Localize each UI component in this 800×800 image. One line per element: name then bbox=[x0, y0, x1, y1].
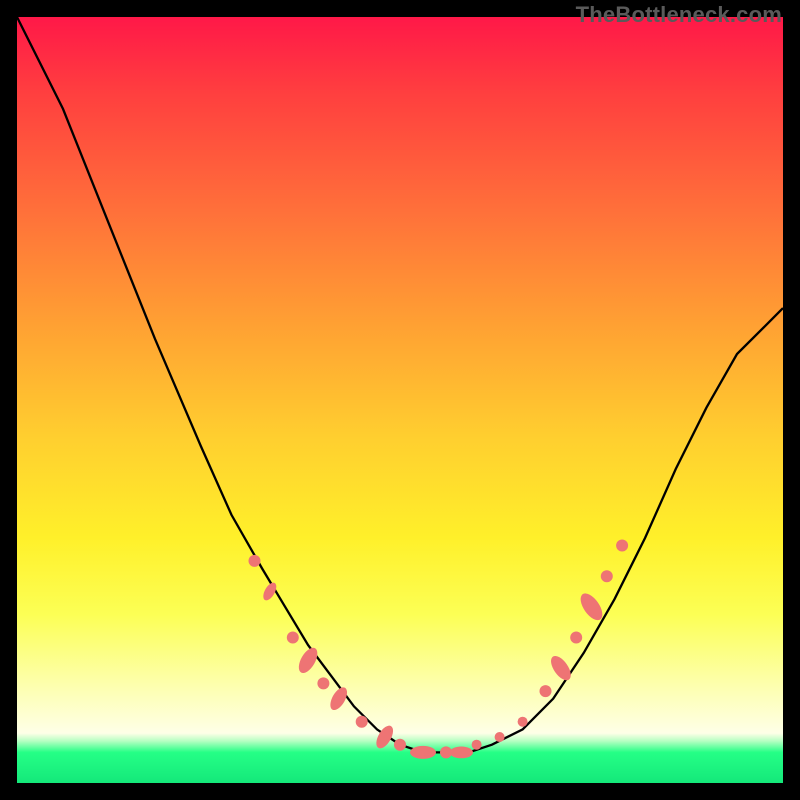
marker-oval bbox=[450, 747, 473, 759]
marker-dot bbox=[570, 632, 582, 644]
marker-oval bbox=[295, 645, 321, 676]
marker-dot bbox=[394, 739, 406, 751]
marker-oval bbox=[373, 723, 397, 751]
chart-container: TheBottleneck.com bbox=[0, 0, 800, 800]
marker-dot bbox=[317, 677, 329, 689]
watermark: TheBottleneck.com bbox=[576, 2, 782, 28]
marker-dot bbox=[472, 740, 482, 750]
marker-dot bbox=[249, 555, 261, 567]
marker-oval bbox=[410, 746, 436, 759]
marker-dot bbox=[616, 540, 628, 552]
curve-svg bbox=[17, 17, 783, 783]
markers-group bbox=[249, 540, 629, 759]
plot-area bbox=[17, 17, 783, 783]
marker-dot bbox=[518, 717, 528, 727]
marker-dot bbox=[287, 632, 299, 644]
marker-dot bbox=[540, 685, 552, 697]
marker-dot bbox=[356, 716, 368, 728]
marker-dot bbox=[495, 732, 505, 742]
marker-dot bbox=[601, 570, 613, 582]
marker-oval bbox=[547, 653, 575, 684]
bottleneck-curve bbox=[17, 17, 783, 752]
